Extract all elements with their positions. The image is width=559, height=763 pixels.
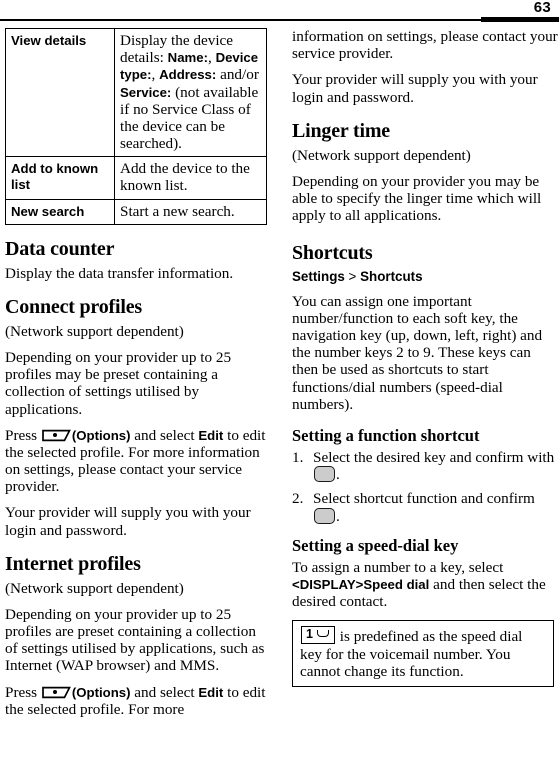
value-sep-3: and/or (216, 66, 259, 84)
confirm-key-icon (314, 507, 335, 524)
internet-profiles-press-instruction: Press (Options) and select Edit to edit … (5, 684, 272, 718)
press-mid: and select (130, 683, 199, 701)
breadcrumb-item-shortcuts[interactable]: Shortcuts (360, 269, 423, 284)
section-heading-data-counter: Data counter (5, 237, 115, 260)
section-heading-linger-time: Linger time (292, 119, 390, 142)
press-prefix: Press (5, 426, 41, 444)
linger-time-note: (Network support dependent) (292, 146, 471, 164)
header-rule (0, 19, 559, 21)
value-sep: , (207, 49, 216, 67)
table-cell-value: Start a new search. (114, 198, 267, 225)
note-box-text: 1 is predefined as the speed dial key fo… (300, 626, 546, 680)
press-mid: and select (130, 426, 199, 444)
softkey-options-icon (42, 686, 71, 699)
right-column: information on settings, please contact … (292, 28, 559, 688)
function-shortcut-steps: 1. Select the desired key and confirm wit… (292, 449, 559, 525)
section-heading-shortcuts: Shortcuts (292, 242, 373, 265)
table-row: Add to known list Add the device to the … (5, 156, 267, 200)
page-number: 63 (533, 0, 551, 16)
list-item: 2. Select shortcut function and confirm . (292, 490, 559, 524)
key-1-digit: 1 (306, 627, 313, 642)
step-text-after: . (336, 466, 340, 484)
shortcuts-body: You can assign one important number/func… (292, 292, 543, 413)
speed-dial-body: To assign a number to a key, select <DIS… (292, 559, 559, 611)
press-prefix: Press (5, 683, 41, 701)
softkey-options-icon (42, 429, 71, 442)
breadcrumb: Settings > Shortcuts (292, 269, 559, 284)
step-number: 1. (292, 449, 304, 467)
edit-label: Edit (198, 427, 224, 443)
softkey-dot (52, 690, 57, 695)
subsection-heading-function-shortcut: Setting a function shortcut (292, 425, 480, 445)
breadcrumb-separator: > (344, 269, 361, 285)
value-bold-address: Address: (159, 67, 217, 83)
subsection-heading-speed-dial: Setting a speed-dial key (292, 535, 459, 555)
table-cell-key: New search (5, 198, 115, 225)
step-text-before: Select the desired key and confirm with (313, 449, 555, 467)
connect-profiles-note: (Network support dependent) (5, 322, 184, 340)
edit-label: Edit (198, 684, 224, 700)
confirm-key-icon (314, 466, 335, 483)
connect-profiles-para-1: Depending on your provider up to 25 prof… (5, 349, 232, 418)
speed-dial-menu-label: <DISPLAY>Speed dial (292, 577, 430, 593)
table-cell-value: Add the device to the known list. (114, 156, 267, 200)
internet-profiles-para-1: Depending on your provider up to 25 prof… (5, 605, 265, 675)
page-header: 63 (0, 0, 559, 24)
data-counter-body: Display the data transfer information. (5, 264, 234, 282)
continuation-para-1: information on settings, please contact … (292, 28, 558, 63)
options-table: View details Display the device details:… (5, 27, 267, 225)
voicemail-glyph (317, 630, 329, 638)
breadcrumb-item-settings[interactable]: Settings (292, 269, 345, 284)
connect-profiles-press-instruction: Press (Options) and select Edit to edit … (5, 427, 272, 496)
continuation-para-2: Your provider will supply you with your … (292, 71, 538, 106)
table-row: New search Start a new search. (5, 198, 267, 225)
value-sep-2: , (151, 66, 160, 84)
internet-profiles-note: (Network support dependent) (5, 579, 184, 597)
speed-dial-prefix: To assign a number to a key, select (292, 558, 504, 576)
section-heading-internet-profiles: Internet profiles (5, 552, 141, 575)
linger-time-body: Depending on your provider you may be ab… (292, 172, 542, 225)
value-bold-service: Service: (120, 84, 172, 100)
options-label: (Options) (71, 427, 131, 443)
step-text-after: . (336, 507, 340, 525)
table-cell-key: View details (5, 27, 115, 158)
step-number: 2. (292, 490, 304, 508)
value-bold-name: Name: (167, 50, 208, 66)
key-1-voicemail-icon: 1 (301, 626, 335, 645)
page-body: View details Display the device details:… (0, 27, 559, 763)
section-heading-connect-profiles: Connect profiles (5, 295, 142, 318)
list-item: 1. Select the desired key and confirm wit… (292, 449, 559, 483)
connect-profiles-para-3: Your provider will supply you with your … (5, 504, 251, 539)
note-box: 1 is predefined as the speed dial key fo… (292, 620, 554, 688)
header-rule-accent (481, 17, 559, 22)
options-label: (Options) (71, 684, 131, 700)
table-cell-key: Add to known list (5, 156, 115, 200)
table-row: View details Display the device details:… (5, 27, 267, 158)
table-cell-value: Display the device details: Name:, Devic… (114, 27, 267, 158)
left-column: View details Display the device details:… (5, 27, 272, 727)
step-text-before: Select shortcut function and confirm (313, 490, 535, 508)
